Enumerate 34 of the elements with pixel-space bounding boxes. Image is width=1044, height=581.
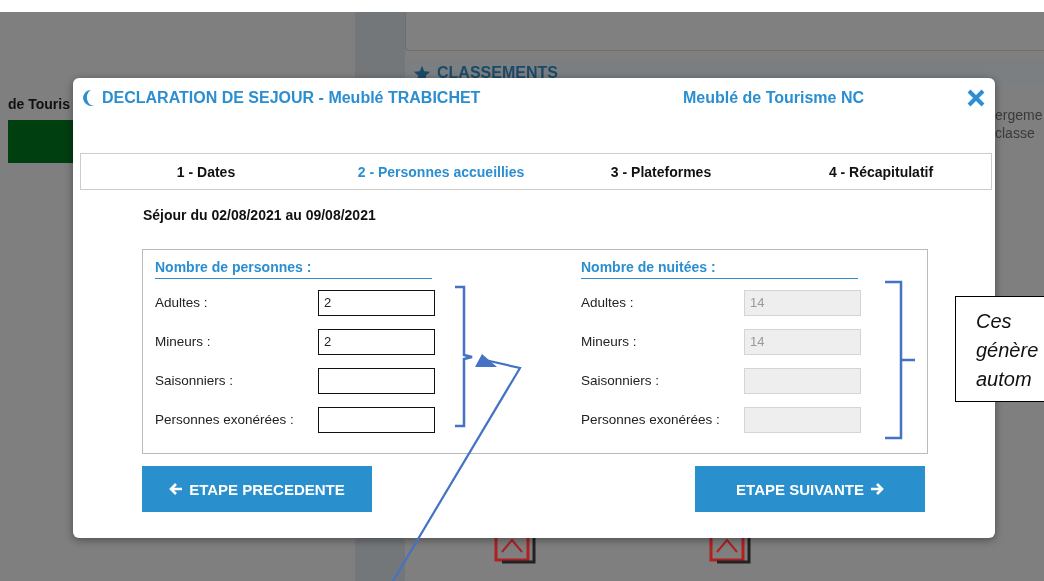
close-button[interactable] [967, 89, 985, 107]
previous-step-button[interactable]: ETAPE PRECEDENTE [142, 466, 372, 512]
field-label: Mineurs : [581, 334, 638, 349]
dialog-title: DECLARATION DE SEJOUR - Meublé TRABICHET [102, 89, 481, 107]
input-field[interactable]: 2 [318, 328, 435, 355]
right-arrow-icon [869, 482, 884, 496]
page-text: ergeme [995, 106, 1043, 124]
field-label: Mineurs : [155, 334, 212, 349]
dialog-subtitle: Meublé de Tourisme NC [681, 89, 866, 107]
section-title: CLASSEMENTS [437, 64, 558, 82]
moon-icon [80, 89, 96, 107]
page-text: classe [995, 124, 1036, 142]
close-icon [967, 89, 985, 107]
stay-dates: Séjour du 02/08/2021 au 09/08/2021 [143, 207, 377, 223]
page-text: de Touris [8, 96, 70, 112]
step-tab[interactable]: 1 - Dates [176, 163, 236, 180]
group-title: Nombre de nuitées : [581, 250, 858, 279]
action-bar [8, 120, 75, 163]
callout-text: Ces génère autom [955, 296, 1044, 402]
field-label: Personnes exonérées : [155, 412, 295, 427]
input-field[interactable]: 2 [318, 289, 435, 316]
field-label: Adultes : [155, 295, 209, 310]
group-title: Nombre de personnes : [155, 250, 432, 279]
input-field[interactable] [318, 367, 435, 394]
input-field[interactable] [318, 406, 435, 433]
left-arrow-icon [169, 482, 184, 496]
next-step-button[interactable]: ETAPE SUIVANTE [695, 466, 925, 512]
field-label: Adultes : [581, 295, 635, 310]
field-label: Personnes exonérées : [581, 412, 721, 427]
field-label: Saisonniers : [581, 373, 661, 388]
field-label: Saisonniers : [155, 373, 235, 388]
step-tab[interactable]: 4 - Récapitulatif [828, 163, 934, 180]
step-tab[interactable]: 3 - Plateformes [610, 163, 712, 180]
step-tab[interactable]: 2 - Personnes accueillies [357, 163, 525, 180]
